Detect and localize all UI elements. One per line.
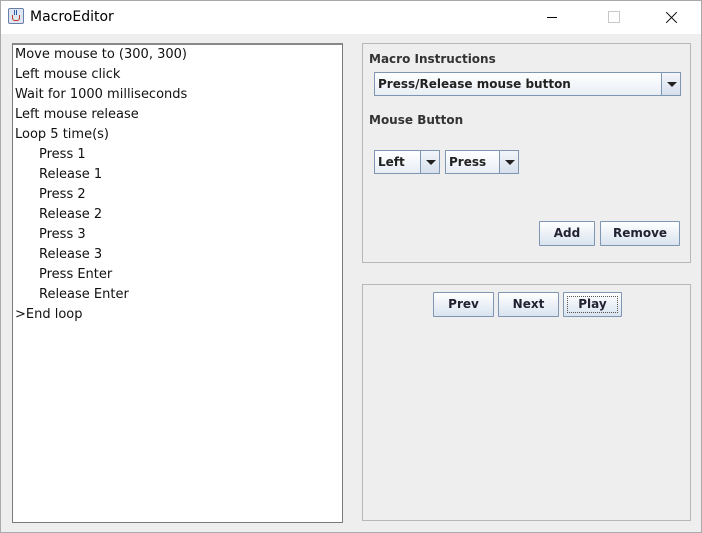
- mouse-button-label: Mouse Button: [369, 113, 464, 127]
- play-button[interactable]: Play: [563, 292, 622, 317]
- list-item[interactable]: Left mouse click: [15, 65, 120, 85]
- list-item[interactable]: Move mouse to (300, 300): [15, 45, 187, 65]
- list-item[interactable]: >End loop: [15, 305, 83, 325]
- list-item[interactable]: Release Enter: [39, 285, 129, 305]
- macro-instructions-label: Macro Instructions: [369, 52, 496, 66]
- list-item[interactable]: Left mouse release: [15, 105, 139, 125]
- mouse-button-value: Left: [378, 155, 405, 169]
- list-item[interactable]: Wait for 1000 milliseconds: [15, 85, 187, 105]
- java-app-icon: [8, 8, 24, 24]
- mouse-action-select[interactable]: Press: [445, 150, 519, 174]
- playback-panel: Prev Next Play: [362, 284, 691, 521]
- maximize-button[interactable]: [591, 1, 637, 33]
- title-bar: MacroEditor: [1, 1, 701, 34]
- chevron-down-icon[interactable]: [661, 73, 680, 95]
- list-item[interactable]: Release 2: [39, 205, 102, 225]
- list-item[interactable]: Release 3: [39, 245, 102, 265]
- mouse-action-value: Press: [449, 155, 487, 169]
- list-item[interactable]: Press 3: [39, 225, 86, 245]
- list-item[interactable]: Release 1: [39, 165, 102, 185]
- window-title: MacroEditor: [30, 9, 114, 25]
- list-item[interactable]: Press Enter: [39, 265, 112, 285]
- minimize-button[interactable]: [529, 1, 575, 33]
- instruction-list[interactable]: Move mouse to (300, 300) Left mouse click…: [12, 43, 343, 523]
- chevron-down-icon[interactable]: [499, 151, 518, 173]
- prev-button[interactable]: Prev: [433, 292, 494, 317]
- mouse-button-select[interactable]: Left: [374, 150, 440, 174]
- list-item[interactable]: Loop 5 time(s): [15, 125, 109, 145]
- remove-button[interactable]: Remove: [600, 221, 680, 246]
- list-item[interactable]: Press 1: [39, 145, 86, 165]
- macro-instruction-value: Press/Release mouse button: [378, 77, 571, 91]
- add-button[interactable]: Add: [539, 221, 595, 246]
- next-button[interactable]: Next: [498, 292, 559, 317]
- chevron-down-icon[interactable]: [420, 151, 439, 173]
- close-button[interactable]: [649, 1, 695, 33]
- macro-instruction-select[interactable]: Press/Release mouse button: [374, 72, 681, 96]
- instruction-editor-panel: Macro Instructions Press/Release mouse b…: [362, 43, 691, 263]
- list-item[interactable]: Press 2: [39, 185, 86, 205]
- macro-editor-window: MacroEditor Move mouse to (300, 300) Left…: [0, 0, 702, 533]
